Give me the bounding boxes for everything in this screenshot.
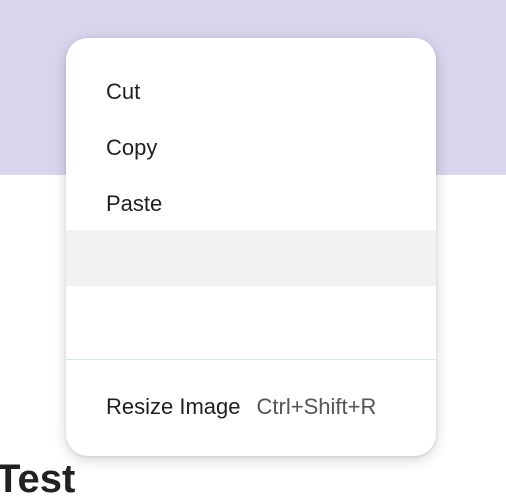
menu-item-copy[interactable]: Copy [66,120,436,176]
menu-item-label: Cut [106,79,141,104]
menu-item-blank-highlighted[interactable] [66,230,436,286]
menu-item-blank[interactable] [66,286,436,342]
menu-item-paste[interactable]: Paste [66,176,436,232]
menu-item-label: Copy [106,135,158,160]
keyboard-shortcut: Ctrl+Shift+R [256,394,377,419]
menu-item-resize-image[interactable]: Resize Image Ctrl+Shift+R [66,379,436,435]
menu-item-cut[interactable]: Cut [66,64,436,120]
context-menu: Cut Copy Paste Resize Image Ctrl+Shift+R [66,38,436,456]
menu-separator [66,359,436,360]
menu-item-label: Paste [106,191,163,216]
menu-item-label: Resize Image [106,394,241,419]
page-title: Test [0,457,76,501]
